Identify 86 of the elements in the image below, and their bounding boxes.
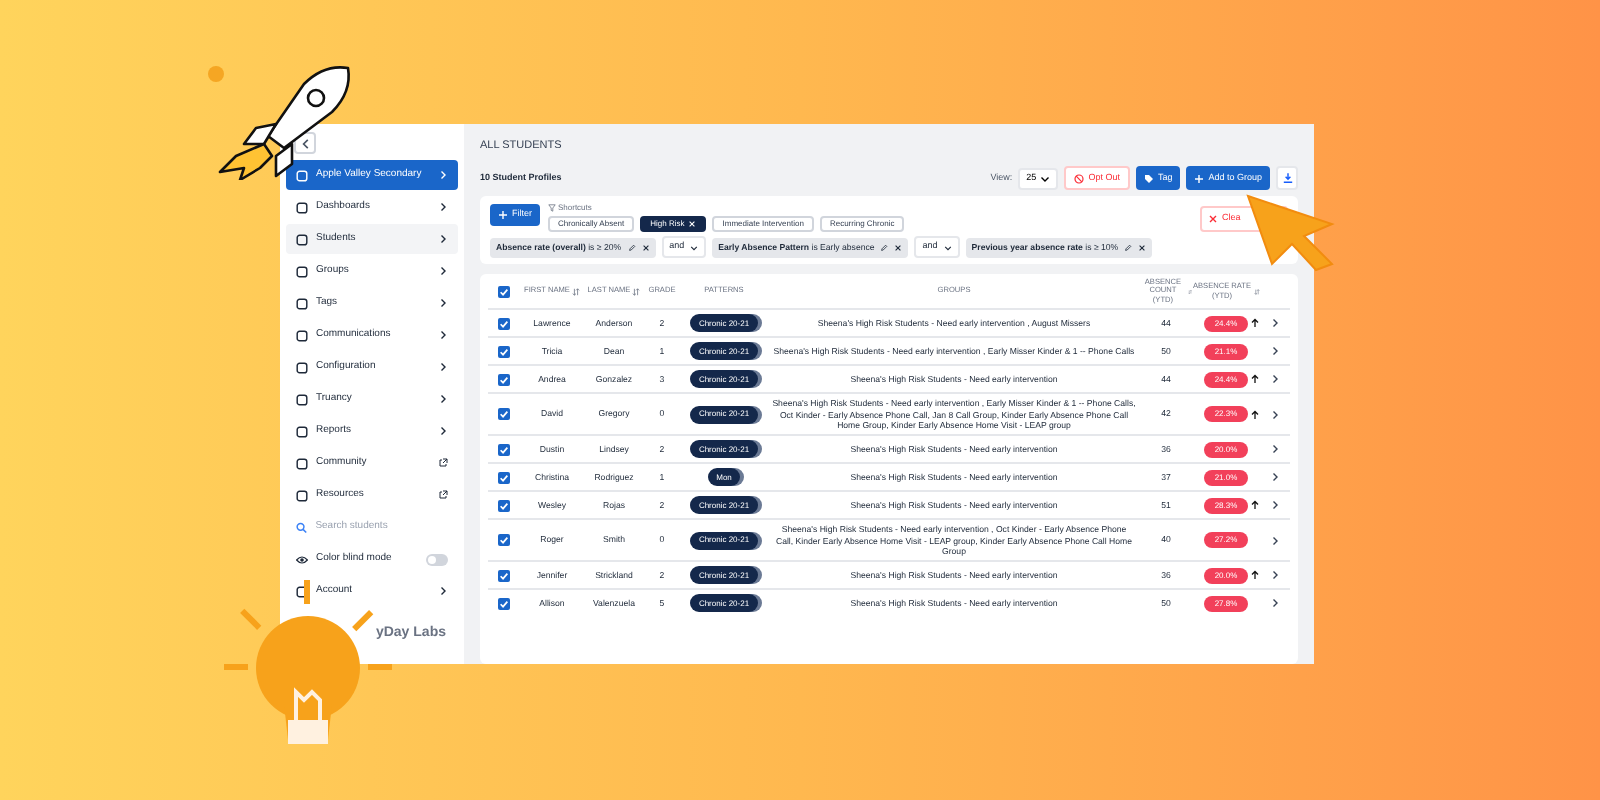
- chevron-right-icon: [438, 362, 448, 372]
- pencil-icon: [627, 243, 636, 252]
- checkbox[interactable]: [498, 597, 510, 610]
- chevron-left-icon: [299, 137, 311, 149]
- plus-icon: [498, 210, 508, 221]
- chevron-right-icon: [1269, 318, 1279, 329]
- chevron-right-icon: [1269, 535, 1279, 546]
- arrow-up-icon: [1250, 318, 1260, 329]
- chevron-right-icon: [438, 170, 448, 180]
- sort-icon: [632, 287, 641, 296]
- arrow-up-icon: [1250, 409, 1260, 420]
- close-icon: [641, 243, 650, 252]
- square-icon: [296, 361, 308, 373]
- chevron-right-icon: [1269, 346, 1279, 357]
- checkbox[interactable]: [498, 443, 510, 456]
- checkbox[interactable]: [498, 534, 510, 547]
- chevron-right-icon: [1269, 598, 1279, 609]
- square-icon: [296, 201, 308, 213]
- chevron-right-icon: [438, 202, 448, 212]
- check-icon: [498, 408, 510, 421]
- close-icon: [688, 220, 697, 229]
- check-icon: [498, 499, 510, 512]
- square-icon: [296, 585, 308, 597]
- sort-icon: [1254, 287, 1260, 296]
- chevron-down-icon: [690, 243, 699, 252]
- arrow-up-icon: [1250, 500, 1260, 511]
- chevron-right-icon: [438, 234, 448, 244]
- sort-icon: [571, 287, 580, 296]
- check-icon: [498, 317, 510, 330]
- chevron-right-icon: [1269, 374, 1279, 385]
- chevron-right-icon: [1269, 409, 1279, 420]
- chevron-right-icon: [1269, 444, 1279, 455]
- external-link-icon: [438, 490, 448, 500]
- external-link-icon: [438, 458, 448, 468]
- chevron-right-icon: [1269, 570, 1279, 581]
- check-icon: [498, 471, 510, 484]
- close-icon: [1208, 214, 1218, 225]
- chevron-right-icon: [1269, 500, 1279, 511]
- square-icon: [296, 457, 308, 469]
- check-icon: [498, 373, 510, 386]
- pencil-icon: [880, 243, 889, 252]
- close-icon: [1138, 243, 1147, 252]
- close-icon: [894, 243, 903, 252]
- ban-icon: [1074, 173, 1085, 184]
- checkbox[interactable]: [498, 499, 510, 512]
- square-icon: [296, 297, 308, 309]
- checkbox[interactable]: [498, 285, 510, 298]
- square-icon: [296, 489, 308, 501]
- chevron-right-icon: [438, 266, 448, 276]
- tag-icon: [1143, 173, 1154, 184]
- check-icon: [498, 443, 510, 456]
- chevron-right-icon: [438, 426, 448, 436]
- square-icon: [296, 329, 308, 341]
- funnel-icon: [548, 204, 556, 213]
- chevron-right-icon: [1269, 472, 1279, 483]
- arrow-up-icon: [1250, 570, 1260, 581]
- download-icon: [1281, 172, 1293, 185]
- square-icon: [296, 233, 308, 245]
- chevron-down-icon: [1040, 173, 1051, 184]
- check-icon: [498, 569, 510, 582]
- square-icon: [296, 425, 308, 437]
- chevron-down-icon: [943, 243, 952, 252]
- check-icon: [498, 534, 510, 547]
- chevron-right-icon: [438, 330, 448, 340]
- toggle-switch[interactable]: [426, 554, 448, 566]
- search-icon: [296, 522, 308, 534]
- checkbox[interactable]: [498, 471, 510, 484]
- check-icon: [498, 285, 510, 298]
- pencil-icon: [1124, 243, 1133, 252]
- checkbox[interactable]: [498, 317, 510, 330]
- checkbox[interactable]: [498, 569, 510, 582]
- download-button[interactable]: [1276, 166, 1298, 191]
- chevron-right-icon: [438, 298, 448, 308]
- checkbox[interactable]: [498, 373, 510, 386]
- plus-icon: [1194, 173, 1205, 184]
- eye-icon: [296, 554, 308, 566]
- square-icon: [296, 169, 308, 181]
- arrow-up-icon: [1250, 374, 1260, 385]
- square-icon: [296, 393, 308, 405]
- checkbox[interactable]: [498, 408, 510, 421]
- chevron-right-icon: [438, 394, 448, 404]
- checkbox[interactable]: [498, 345, 510, 358]
- check-icon: [498, 597, 510, 610]
- check-icon: [498, 345, 510, 358]
- square-icon: [296, 265, 308, 277]
- chevron-right-icon: [438, 586, 448, 596]
